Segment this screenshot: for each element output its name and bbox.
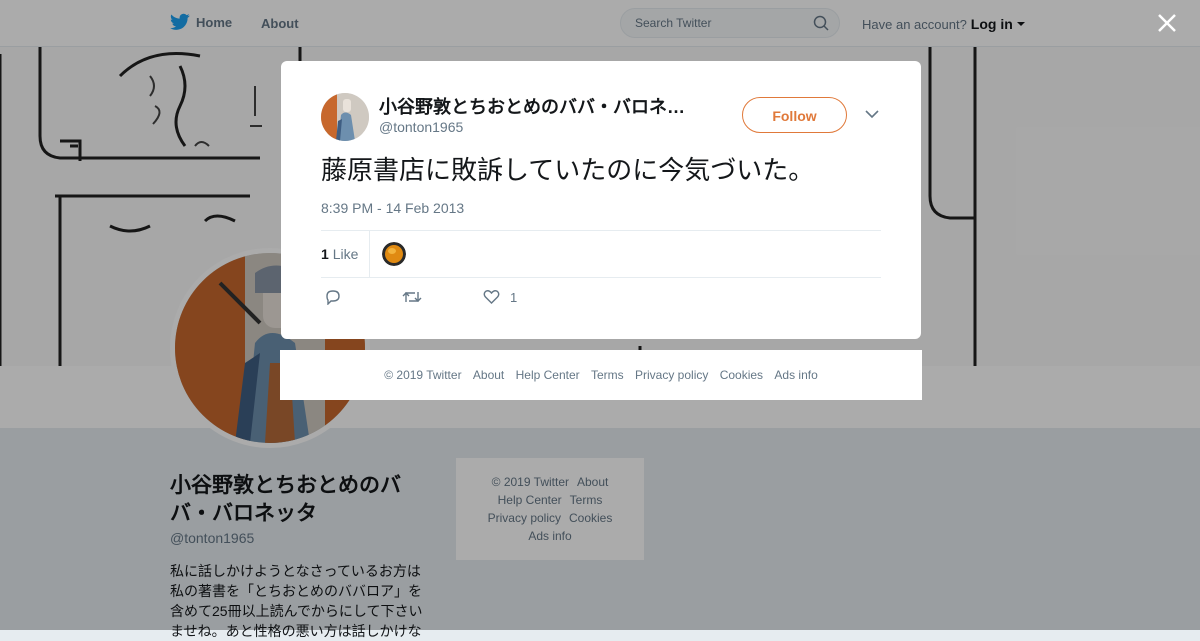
- reply-icon: [326, 290, 340, 305]
- retweet-action[interactable]: [402, 289, 422, 305]
- retweet-icon: [402, 292, 422, 302]
- heart-icon: [483, 290, 500, 304]
- footer-cookies-link[interactable]: Cookies: [720, 368, 763, 382]
- tweet-author-avatar[interactable]: [321, 93, 369, 141]
- tweet-author-name[interactable]: 小谷野敦とちおとめのババ・バロネ…: [379, 93, 699, 119]
- footer-about-link[interactable]: About: [473, 368, 504, 382]
- footer-ads-link[interactable]: Ads info: [774, 368, 817, 382]
- tweet-text: 藤原書店に敗訴していたのに今気づいた。: [321, 155, 815, 185]
- chevron-down-icon[interactable]: [865, 109, 879, 119]
- reply-action[interactable]: [325, 289, 341, 305]
- footer-help-link[interactable]: Help Center: [516, 368, 580, 382]
- footer-privacy-link[interactable]: Privacy policy: [635, 368, 708, 382]
- like-stat-count: 1: [321, 246, 329, 262]
- modal-footer: © 2019 Twitter About Help Center Terms P…: [280, 350, 922, 400]
- avatar-image: [321, 93, 369, 141]
- footer-copyright: © 2019 Twitter: [384, 368, 462, 382]
- like-stat-label: Like: [332, 246, 359, 262]
- divider: [321, 277, 881, 278]
- tweet-author-handle[interactable]: @tonton1965: [379, 119, 463, 135]
- liker-avatar[interactable]: [382, 242, 406, 266]
- footer-terms-link[interactable]: Terms: [591, 368, 624, 382]
- tweet-stats: 1 Like: [321, 231, 881, 277]
- stat-separator: [369, 231, 370, 277]
- tweet-modal: 小谷野敦とちおとめのババ・バロネ… @tonton1965 Follow 藤原書…: [281, 61, 921, 339]
- like-action-count: 1: [510, 289, 518, 305]
- like-action[interactable]: 1: [483, 289, 517, 305]
- like-stat[interactable]: 1 Like: [321, 246, 358, 262]
- liker-avatar-image: [382, 242, 406, 266]
- close-icon[interactable]: [1156, 12, 1178, 34]
- follow-button[interactable]: Follow: [742, 97, 847, 133]
- tweet-timestamp[interactable]: 8:39 PM - 14 Feb 2013: [321, 200, 464, 216]
